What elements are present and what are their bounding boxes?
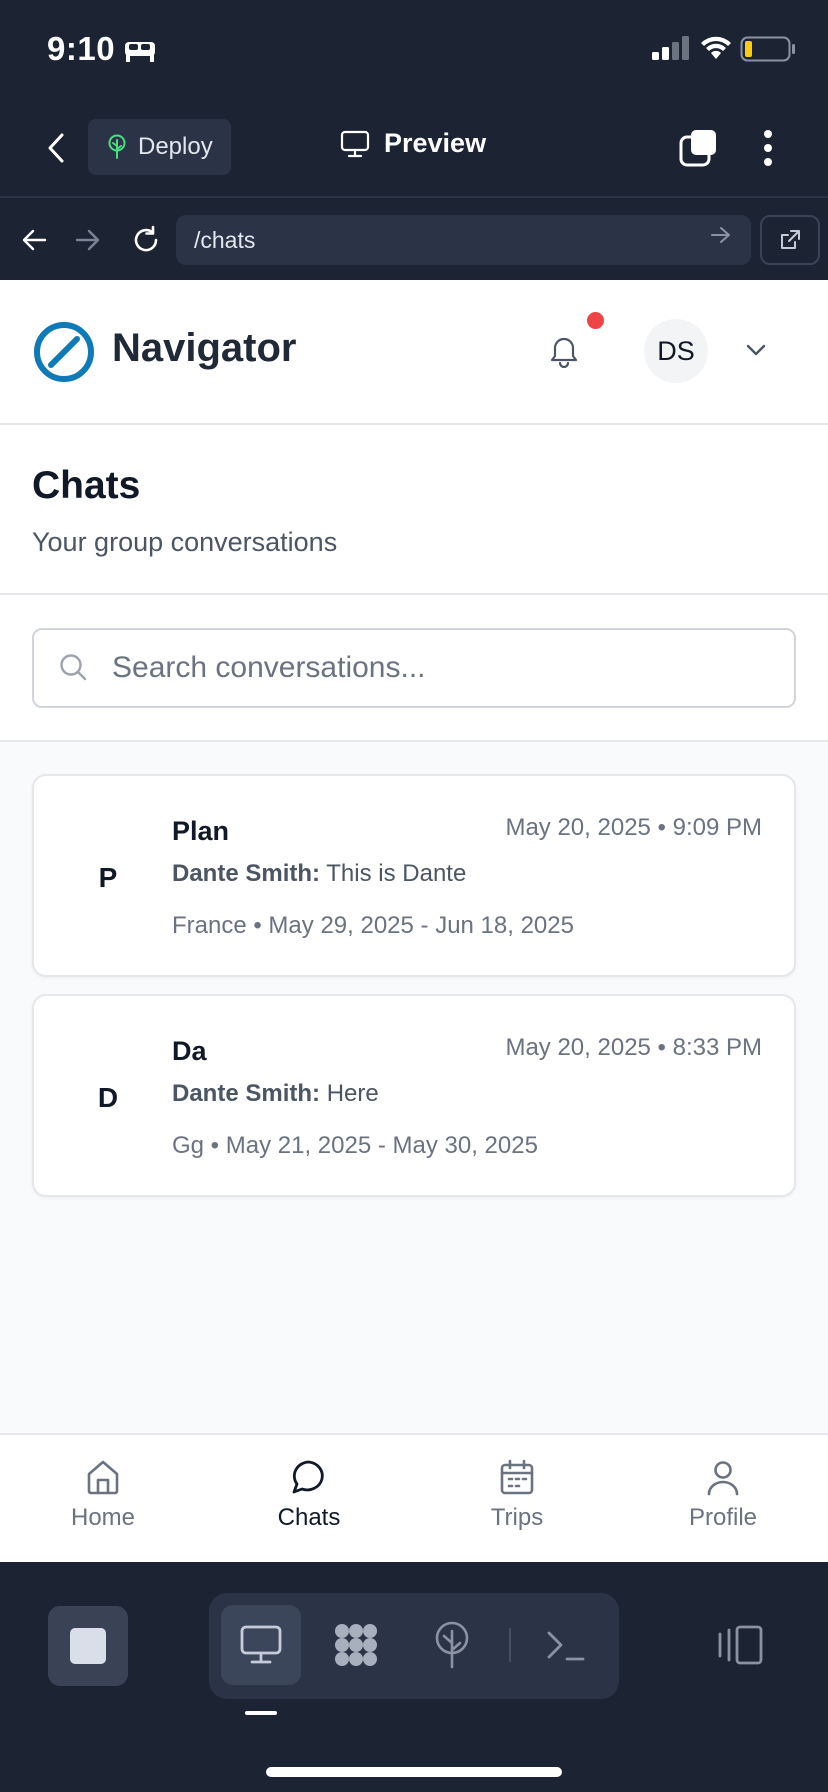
chat-sender: Dante Smith:	[172, 860, 321, 887]
nav-profile[interactable]: Profile	[648, 1458, 798, 1532]
chat-sender: Dante Smith:	[172, 1080, 321, 1107]
chat-initial: P	[98, 862, 118, 893]
chat-last-message: Dante Smith: Here	[172, 1080, 379, 1108]
browser-forward-button[interactable]	[70, 222, 106, 258]
chat-timestamp: May 20, 2025 • 9:09 PM	[505, 814, 762, 841]
deploy-tree-icon	[435, 1621, 469, 1669]
arrow-right-icon[interactable]	[710, 225, 732, 250]
status-time: 9:10	[47, 30, 116, 67]
chevron-down-icon	[746, 344, 766, 356]
shell-tool-button[interactable]	[526, 1605, 606, 1685]
page-title: Chats	[32, 464, 141, 507]
deploy-label: Deploy	[138, 133, 213, 160]
stop-button[interactable]	[48, 1606, 128, 1686]
deploy-tree-icon	[108, 134, 126, 159]
chat-list-item[interactable]: D Da May 20, 2025 • 8:33 PM Dante Smith:…	[32, 994, 796, 1197]
stop-icon	[70, 1628, 106, 1664]
account-menu-button[interactable]	[740, 334, 772, 366]
avatar[interactable]: DS	[644, 319, 708, 383]
wifi-icon	[700, 35, 732, 66]
bed-icon	[124, 38, 156, 69]
notification-dot	[587, 312, 604, 329]
deployments-tool-button[interactable]	[412, 1605, 492, 1685]
open-external-button[interactable]	[760, 215, 820, 265]
chat-last-message: Dante Smith: This is Dante	[172, 860, 466, 888]
nav-home-label: Home	[70, 1504, 136, 1531]
deploy-button[interactable]: Deploy	[88, 119, 231, 175]
chat-message-text: This is Dante	[326, 860, 467, 887]
nav-chats-label: Chats	[277, 1504, 341, 1531]
brand-name[interactable]: Navigator	[112, 326, 297, 371]
chat-initial: D	[97, 1082, 119, 1113]
chat-name: Plan	[172, 816, 230, 846]
calendar-icon	[500, 1459, 534, 1495]
page-header	[0, 425, 828, 595]
side-panel-icon	[718, 1625, 763, 1665]
nav-chats[interactable]: Chats	[234, 1458, 384, 1532]
chat-trip-meta: France • May 29, 2025 - Jun 18, 2025	[172, 912, 574, 939]
home-icon	[87, 1460, 119, 1495]
home-indicator	[266, 1767, 562, 1777]
bell-icon	[550, 337, 578, 368]
url-path: /chats	[194, 226, 256, 253]
battery-icon	[740, 36, 796, 67]
compass-logo-icon[interactable]	[33, 321, 95, 388]
monitor-icon	[240, 1625, 282, 1664]
more-vertical-icon	[764, 130, 772, 166]
browser-back-button[interactable]	[16, 222, 52, 258]
chat-bubble-icon	[292, 1460, 324, 1494]
tabs-icon	[679, 130, 716, 167]
url-field[interactable]: /chats	[176, 215, 751, 265]
nav-profile-label: Profile	[688, 1504, 758, 1531]
preview-title: Preview	[340, 128, 486, 159]
tabs-button[interactable]	[676, 126, 720, 170]
chat-list-item[interactable]: P Plan May 20, 2025 • 9:09 PM Dante Smit…	[32, 774, 796, 977]
monitor-icon	[340, 130, 370, 157]
external-link-icon	[781, 230, 800, 249]
preview-tool-button[interactable]	[221, 1605, 301, 1685]
active-tool-indicator	[245, 1711, 277, 1715]
more-options-button[interactable]	[748, 126, 788, 170]
back-button[interactable]	[36, 128, 76, 168]
arrow-right-icon	[75, 229, 100, 251]
reload-button[interactable]	[126, 220, 166, 260]
arrow-left-icon	[22, 229, 47, 251]
chat-name: Da	[172, 1036, 207, 1066]
user-icon	[707, 1461, 739, 1496]
cellular-signal-icon	[652, 36, 690, 65]
nav-trips[interactable]: Trips	[442, 1458, 592, 1532]
preview-label: Preview	[384, 128, 487, 158]
chat-message-text: Here	[326, 1080, 379, 1107]
workflows-icon	[335, 1624, 377, 1666]
chat-trip-meta: Gg • May 21, 2025 - May 30, 2025	[172, 1132, 538, 1159]
page-subtitle: Your group conversations	[32, 527, 338, 557]
search-icon	[58, 652, 88, 687]
chat-timestamp: May 20, 2025 • 8:33 PM	[505, 1034, 762, 1061]
reload-icon	[134, 225, 158, 252]
notifications-button[interactable]	[542, 330, 586, 374]
search-input[interactable]	[112, 640, 772, 696]
terminal-icon	[547, 1631, 585, 1661]
toolbar-divider	[509, 1628, 511, 1662]
workflows-tool-button[interactable]	[316, 1605, 396, 1685]
nav-home[interactable]: Home	[28, 1458, 178, 1532]
chevron-left-icon	[48, 133, 64, 163]
layout-toggle-button[interactable]	[712, 1617, 768, 1673]
nav-trips-label: Trips	[490, 1504, 544, 1531]
